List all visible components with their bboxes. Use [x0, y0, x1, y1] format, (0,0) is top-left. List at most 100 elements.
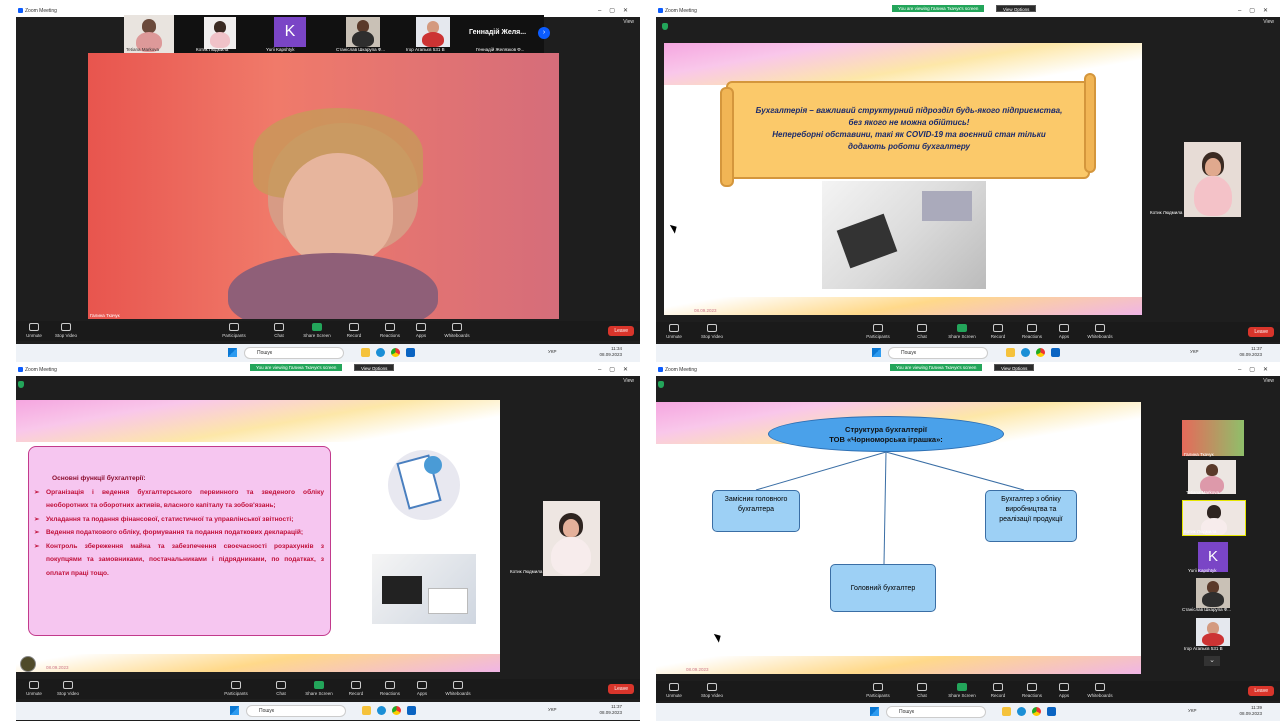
clock[interactable]: 11:39 08.09.2023 [1239, 705, 1262, 717]
org-box-chief-accountant[interactable]: Головний бухгалтер [830, 564, 936, 612]
windows-start-icon[interactable] [872, 348, 881, 357]
share-screen-button[interactable]: Share Screen [301, 681, 337, 696]
share-screen-button[interactable]: Share Screen [299, 323, 335, 338]
chrome-icon[interactable] [1032, 707, 1041, 716]
view-options-button[interactable]: View Options [354, 364, 395, 371]
unmute-button[interactable]: Unmute [656, 324, 692, 339]
chat-button[interactable]: Chat [263, 681, 299, 696]
windows-start-icon[interactable] [228, 348, 237, 357]
explorer-icon[interactable] [361, 348, 370, 357]
explorer-icon[interactable] [1002, 707, 1011, 716]
stop-video-button[interactable]: Stop Video [694, 683, 730, 698]
taskbar-search[interactable]: Пошук [246, 705, 346, 717]
view-options-button[interactable]: View Options [994, 364, 1035, 371]
leave-button[interactable]: Leave [608, 684, 634, 694]
view-button[interactable]: View [1263, 378, 1274, 384]
taskbar-search[interactable]: Пошук [244, 347, 344, 359]
taskbar-search[interactable]: Пошук [886, 706, 986, 718]
clock[interactable]: 11:37 08.09.2023 [1239, 346, 1262, 358]
chat-button[interactable]: Chat [261, 323, 297, 338]
chrome-icon[interactable] [392, 706, 401, 715]
participant-tile[interactable] [1196, 578, 1230, 608]
outlook-icon[interactable] [406, 348, 415, 357]
participant-tile[interactable] [204, 17, 236, 49]
explorer-icon[interactable] [362, 706, 371, 715]
next-page-icon[interactable]: › [538, 27, 550, 39]
whiteboards-button[interactable]: Whiteboards [439, 323, 475, 338]
participants-button[interactable]: Participants [860, 683, 896, 698]
windows-start-icon[interactable] [230, 706, 239, 715]
stop-video-button[interactable]: Stop Video [694, 324, 730, 339]
windows-start-icon[interactable] [870, 707, 879, 716]
taskbar-search[interactable]: Пошук [888, 347, 988, 359]
apps-button[interactable]: Apps [404, 681, 440, 696]
whiteboards-button[interactable]: Whiteboards [1082, 683, 1118, 698]
language-indicator[interactable]: УКР [548, 707, 556, 712]
language-indicator[interactable]: УКР [1188, 708, 1196, 713]
share-screen-button[interactable]: Share Screen [944, 324, 980, 339]
stop-video-button[interactable]: Stop Video [50, 681, 86, 696]
apps-button[interactable]: Apps [1046, 683, 1082, 698]
org-box-deputy[interactable]: Заміcник головного бухгалтера [712, 490, 800, 532]
org-title-ellipse[interactable]: Структура бухгалтерії ТОВ «Чорноморська … [768, 416, 1004, 452]
record-button[interactable]: Record [336, 323, 372, 338]
camera-icon [707, 683, 717, 691]
participant-tile[interactable] [1188, 460, 1236, 494]
explorer-icon[interactable] [1006, 348, 1015, 357]
record-button[interactable]: Record [338, 681, 374, 696]
unmute-button[interactable]: Unmute [16, 323, 52, 338]
outlook-icon[interactable] [407, 706, 416, 715]
chrome-icon[interactable] [391, 348, 400, 357]
participant-tile[interactable] [416, 17, 450, 47]
scroll-down-icon[interactable]: ⌄ [1204, 656, 1220, 666]
org-box-production-accountant[interactable]: Бухгалтер з обліку виробництва та реаліз… [985, 490, 1077, 542]
reactions-button[interactable]: Reactions [1014, 683, 1050, 698]
reactions-button[interactable]: Reactions [1014, 324, 1050, 339]
clock[interactable]: 11:34 08.09.2023 [599, 346, 622, 358]
edge-icon[interactable] [1017, 707, 1026, 716]
edge-icon[interactable] [377, 706, 386, 715]
chat-button[interactable]: Chat [904, 324, 940, 339]
tablet-charts-photo [372, 554, 476, 624]
edge-icon[interactable] [1021, 348, 1030, 357]
chat-button[interactable]: Chat [904, 683, 940, 698]
chrome-icon[interactable] [1036, 348, 1045, 357]
whiteboards-button[interactable]: Whiteboards [440, 681, 476, 696]
record-button[interactable]: Record [980, 683, 1016, 698]
participants-button[interactable]: Participants [216, 323, 252, 338]
record-button[interactable]: Record [980, 324, 1016, 339]
participant-tile[interactable]: Tetiana Markova [124, 15, 174, 53]
stop-video-button[interactable]: Stop Video [48, 323, 84, 338]
language-indicator[interactable]: УКР [548, 349, 556, 354]
view-button[interactable]: View [623, 378, 634, 384]
view-button[interactable]: View [1263, 19, 1274, 25]
participants-button[interactable]: Participants [218, 681, 254, 696]
window-controls[interactable]: –▢✕ [1238, 5, 1276, 17]
whiteboards-button[interactable]: Whiteboards [1082, 324, 1118, 339]
participant-tile[interactable]: K [274, 17, 306, 47]
window-controls[interactable]: –▢✕ [598, 364, 636, 376]
outlook-icon[interactable] [1047, 707, 1056, 716]
apps-button[interactable]: Apps [1046, 324, 1082, 339]
participant-tile[interactable] [1182, 420, 1244, 456]
view-options-button[interactable]: View Options [996, 5, 1037, 12]
reactions-button[interactable]: Reactions [372, 681, 408, 696]
apps-button[interactable]: Apps [403, 323, 439, 338]
window-controls[interactable]: –▢✕ [598, 5, 636, 17]
leave-button[interactable]: Leave [1248, 327, 1274, 337]
leave-button[interactable]: Leave [1248, 686, 1274, 696]
participant-tile[interactable] [1196, 618, 1230, 646]
clock[interactable]: 11:37 08.09.2023 [599, 704, 622, 716]
unmute-button[interactable]: Unmute [16, 681, 52, 696]
unmute-button[interactable]: Unmute [656, 683, 692, 698]
leave-button[interactable]: Leave [608, 326, 634, 336]
participant-tile[interactable] [346, 17, 380, 47]
window-controls[interactable]: –▢✕ [1238, 364, 1276, 376]
participants-button[interactable]: Participants [860, 324, 896, 339]
outlook-icon[interactable] [1051, 348, 1060, 357]
microphone-muted-icon [669, 324, 679, 332]
view-button[interactable]: View [623, 19, 634, 25]
share-screen-button[interactable]: Share Screen [944, 683, 980, 698]
language-indicator[interactable]: УКР [1190, 349, 1198, 354]
edge-icon[interactable] [376, 348, 385, 357]
